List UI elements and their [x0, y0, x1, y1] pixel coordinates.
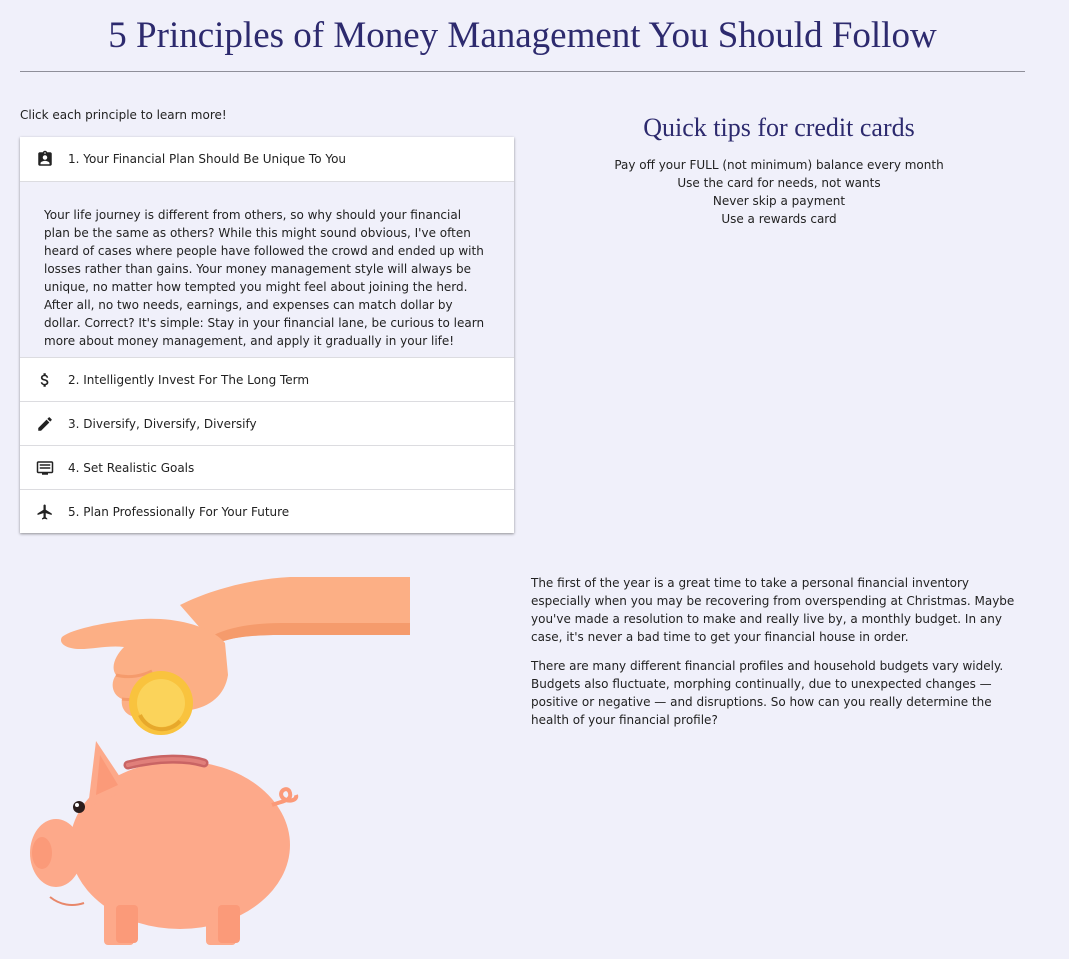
article-text: The first of the year is a great time to…: [531, 574, 1031, 740]
principles-hint: Click each principle to learn more!: [20, 108, 227, 122]
article-paragraph: There are many different financial profi…: [531, 659, 1004, 727]
page-title: 5 Principles of Money Management You Sho…: [108, 15, 937, 56]
principle-1-body: Your life journey is different from othe…: [20, 181, 514, 357]
airplane-icon: [36, 503, 54, 521]
principle-4-header[interactable]: 4. Set Realistic Goals: [20, 445, 514, 489]
tip-item: Pay off your FULL (not minimum) balance …: [614, 158, 944, 172]
tip-item: Use a rewards card: [721, 212, 837, 226]
title-divider: [20, 71, 1025, 72]
coin-graphic: [129, 671, 193, 735]
pig-graphic: [30, 741, 299, 945]
principles-accordion: 1. Your Financial Plan Should Be Unique …: [20, 137, 514, 533]
tip-item: Never skip a payment: [712, 194, 846, 208]
tips-title: Quick tips for credit cards: [643, 113, 915, 142]
principle-3-header[interactable]: 3. Diversify, Diversify, Diversify: [20, 401, 514, 445]
principle-4-label: 4. Set Realistic Goals: [68, 460, 195, 475]
principle-3-label: 3. Diversify, Diversify, Diversify: [68, 416, 257, 431]
piggy-bank-illustration: [30, 577, 410, 945]
principle-1-label: 1. Your Financial Plan Should Be Unique …: [68, 152, 347, 166]
principle-5-label: 5. Plan Professionally For Your Future: [68, 504, 290, 519]
tip-item: Use the card for needs, not wants: [677, 176, 881, 190]
tips-list: Pay off your FULL (not minimum) balance …: [540, 156, 1018, 228]
hand-graphic: [60, 577, 410, 718]
principle-2-label: 2. Intelligently Invest For The Long Ter…: [68, 372, 310, 387]
principle-2-header[interactable]: 2. Intelligently Invest For The Long Ter…: [20, 357, 514, 401]
principle-1-header[interactable]: 1. Your Financial Plan Should Be Unique …: [20, 137, 514, 181]
pencil-icon: [36, 415, 54, 433]
principle-5-header[interactable]: 5. Plan Professionally For Your Future: [20, 489, 514, 533]
monitor-icon: [36, 459, 54, 477]
dollar-icon: [36, 371, 54, 389]
clipboard-account-icon: [36, 150, 54, 168]
article-paragraph: The first of the year is a great time to…: [531, 576, 1015, 644]
